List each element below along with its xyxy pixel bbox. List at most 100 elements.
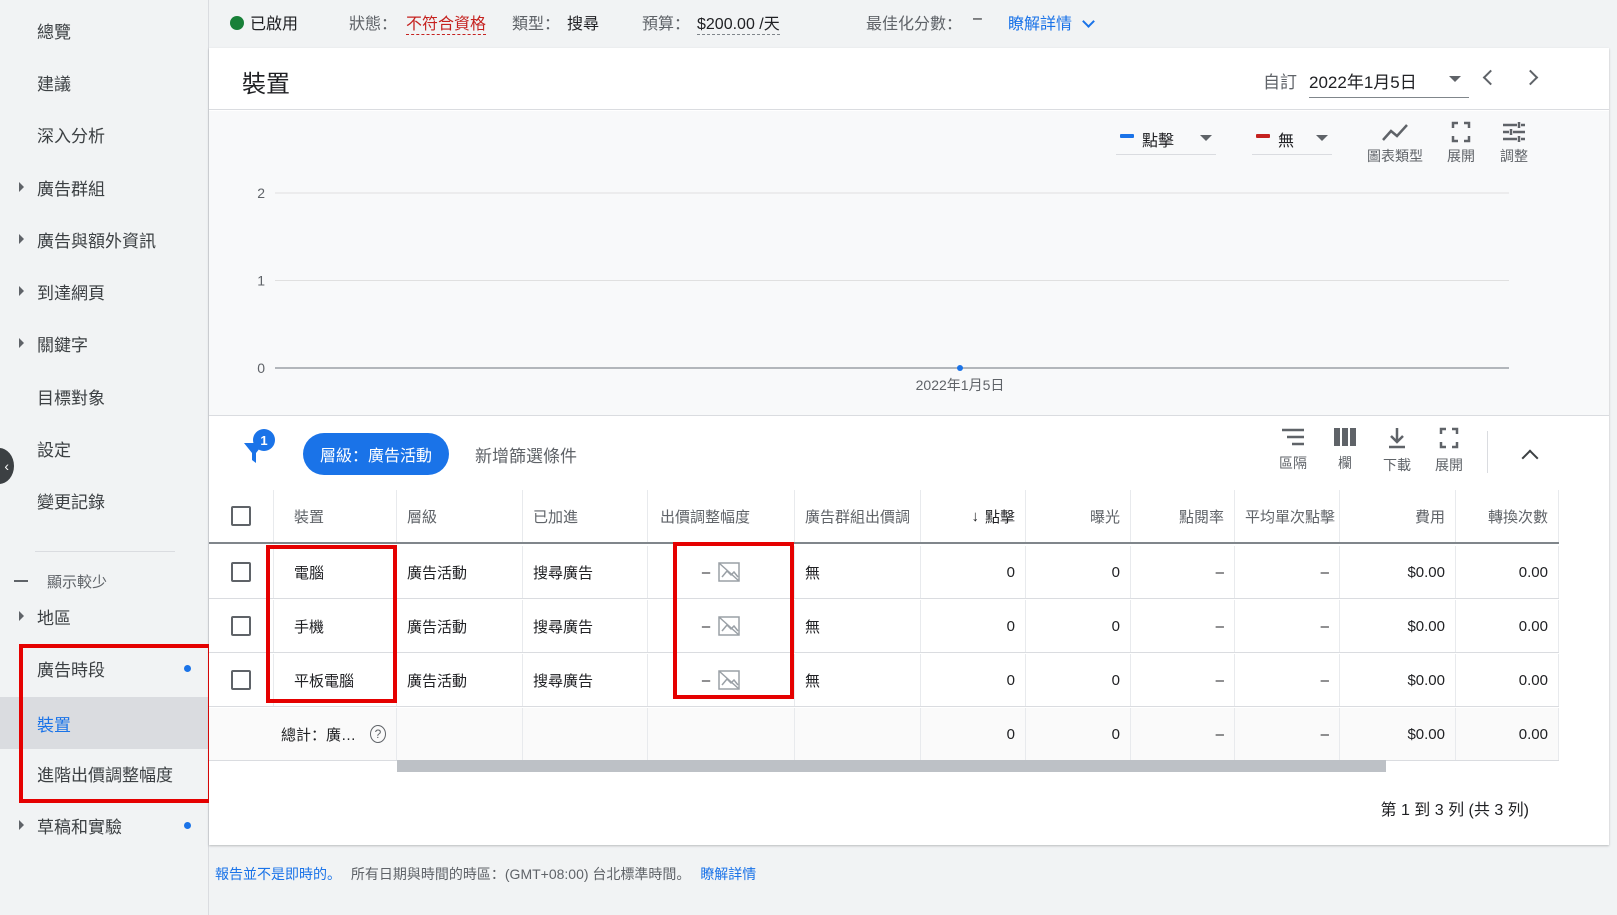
budget-value[interactable]: $200.00 /天 — [697, 10, 780, 35]
table-row: 手機 廣告活動 搜尋廣告 – 無 0 0 – – $0.00 0.00 — [209, 600, 1559, 653]
status-value[interactable]: 不符合資格 — [406, 10, 487, 35]
column-header-conversions[interactable]: 轉換次數 — [1456, 490, 1559, 542]
report-footer: 報告並不是即時的。 所有日期與時間的時區：(GMT+08:00) 台北標準時間。… — [215, 864, 756, 884]
data-point[interactable] — [957, 365, 963, 371]
learn-more-label: 瞭解詳情 — [1008, 16, 1073, 33]
bid-adjustment-value: – — [701, 617, 711, 635]
select-all-checkbox[interactable] — [231, 506, 251, 526]
sidebar-item-recommendations[interactable]: 建議 — [0, 59, 209, 105]
caret-right-icon — [19, 338, 24, 348]
download-button[interactable]: 下載 — [1381, 427, 1413, 475]
toolbar-separator — [1487, 431, 1488, 473]
chart-expand-button[interactable]: 展開 — [1445, 121, 1477, 166]
sidebar-item-audiences[interactable]: 目標對象 — [0, 373, 209, 419]
level-filter-chip[interactable]: 層級：廣告活動 — [303, 433, 450, 475]
sidebar-item-overview[interactable]: 總覽 — [0, 7, 209, 53]
column-header-ad-group-bid[interactable]: 廣告群組出價調 — [795, 490, 921, 542]
bid-adjustment-cell[interactable]: – — [648, 600, 795, 652]
date-range-mode: 自訂 — [1263, 73, 1297, 92]
y-tick-label: 0 — [257, 360, 265, 376]
column-header-added-to[interactable]: 已加進 — [523, 490, 648, 542]
sidebar-item-label: 變更記錄 — [37, 492, 105, 512]
collapse-table-icon[interactable] — [1521, 449, 1539, 467]
bid-adjustment-value: – — [701, 563, 711, 581]
bid-adjustment-cell[interactable]: – — [648, 654, 795, 706]
empty-cell — [648, 708, 795, 760]
metric-2-label: 無 — [1278, 133, 1295, 150]
learn-more-link[interactable]: 瞭解詳情 — [1008, 10, 1095, 34]
sidebar-item-label: 廣告時段 — [37, 660, 105, 680]
table-total-row: 總計：廣…? 0 0 – – $0.00 0.00 — [209, 708, 1559, 761]
sidebar-item-keywords[interactable]: 關鍵字 — [0, 320, 209, 366]
column-header-avg-cpc[interactable]: 平均單次點擊 — [1235, 490, 1340, 542]
pagination-text: 第 1 到 3 列 (共 3 列) — [1380, 802, 1529, 819]
ctr-cell: – — [1131, 654, 1235, 706]
segment-button[interactable]: 區隔 — [1277, 427, 1309, 473]
row-select-cell — [209, 654, 274, 706]
sidebar-item-locations[interactable]: 地區 — [0, 593, 209, 639]
added-to-cell: 搜尋廣告 — [523, 546, 648, 598]
not-realtime-link[interactable]: 報告並不是即時的。 — [215, 866, 341, 882]
sidebar-item-advanced-bid-adjustments[interactable]: 進階出價調整幅度 — [0, 750, 209, 796]
conversions-cell: 0.00 — [1456, 654, 1559, 706]
ctr-cell: – — [1131, 546, 1235, 598]
footer-learn-more-link[interactable]: 瞭解詳情 — [700, 866, 756, 882]
show-less-label: 顯示較少 — [47, 573, 108, 591]
sidebar-item-drafts-experiments[interactable]: 草稿和實驗 — [0, 802, 209, 848]
sidebar-item-insights[interactable]: 深入分析 — [0, 111, 209, 157]
sidebar-item-label: 目標對象 — [37, 388, 105, 408]
sidebar-item-landing-pages[interactable]: 到達網頁 — [0, 268, 209, 314]
column-header-impressions[interactable]: 曝光 — [1026, 490, 1131, 542]
clicks-cell: 0 — [921, 546, 1026, 598]
date-range-selector[interactable]: 2022年1月5日 — [1309, 62, 1469, 98]
metric-1-label: 點擊 — [1142, 133, 1175, 150]
row-checkbox[interactable] — [231, 670, 251, 690]
metric-1-swatch — [1120, 134, 1134, 138]
sidebar-item-ads-extensions[interactable]: 廣告與額外資訊 — [0, 216, 209, 262]
sidebar-item-devices[interactable]: 裝置 — [0, 697, 209, 749]
sidebar-item-ad-schedule[interactable]: 廣告時段 — [0, 645, 209, 691]
x-tick-label: 2022年1月5日 — [916, 377, 1005, 393]
total-cost-cell: $0.00 — [1340, 708, 1456, 760]
empty-cell — [523, 708, 648, 760]
column-header-level[interactable]: 層級 — [397, 490, 523, 542]
horizontal-scrollbar[interactable] — [397, 760, 1386, 772]
cost-cell: $0.00 — [1340, 546, 1456, 598]
enabled-status[interactable]: 已啟用 — [230, 10, 298, 34]
column-header-clicks[interactable]: ↓ 點擊 — [921, 490, 1026, 542]
sidebar-item-change-history[interactable]: 變更記錄 — [0, 477, 209, 523]
next-date-button[interactable] — [1522, 69, 1539, 86]
metric-2-selector[interactable]: 無 — [1252, 125, 1332, 155]
impressions-cell: 0 — [1026, 546, 1131, 598]
column-header-bid-adjustment[interactable]: 出價調整幅度 — [648, 490, 795, 542]
add-filter-button[interactable]: 新增篩選條件 — [475, 442, 577, 467]
show-less-button[interactable]: 顯示較少 — [0, 566, 209, 596]
table-expand-button[interactable]: 展開 — [1433, 427, 1465, 475]
avg-cpc-cell: – — [1235, 600, 1340, 652]
caret-right-icon — [19, 182, 24, 192]
total-conversions-cell: 0.00 — [1456, 708, 1559, 760]
metric-1-selector[interactable]: 點擊 — [1116, 125, 1216, 155]
help-icon[interactable]: ? — [370, 725, 386, 743]
column-header-ctr[interactable]: 點閱率 — [1131, 490, 1235, 542]
row-select-cell — [209, 546, 274, 598]
conversions-cell: 0.00 — [1456, 546, 1559, 598]
column-header-cost[interactable]: 費用 — [1340, 490, 1456, 542]
row-checkbox[interactable] — [231, 562, 251, 582]
previous-date-button[interactable] — [1482, 69, 1499, 86]
sidebar-item-settings[interactable]: 設定 — [0, 425, 209, 471]
chart-line-icon — [1382, 124, 1408, 141]
chart-adjust-label: 調整 — [1500, 148, 1528, 164]
added-to-cell: 搜尋廣告 — [523, 654, 648, 706]
cost-cell: $0.00 — [1340, 600, 1456, 652]
column-header-device[interactable]: 裝置 — [274, 490, 397, 542]
bid-adjustment-cell[interactable]: – — [648, 546, 795, 598]
columns-button[interactable]: 欄 — [1329, 427, 1361, 473]
sidebar-item-ad-groups[interactable]: 廣告群組 — [0, 164, 209, 210]
chart-type-button[interactable]: 圖表類型 — [1362, 121, 1428, 166]
level-cell: 廣告活動 — [397, 546, 523, 598]
sidebar-item-label: 廣告與額外資訊 — [37, 231, 156, 251]
row-checkbox[interactable] — [231, 616, 251, 636]
fullscreen-icon — [1451, 121, 1471, 143]
chart-adjust-button[interactable]: 調整 — [1498, 121, 1530, 166]
